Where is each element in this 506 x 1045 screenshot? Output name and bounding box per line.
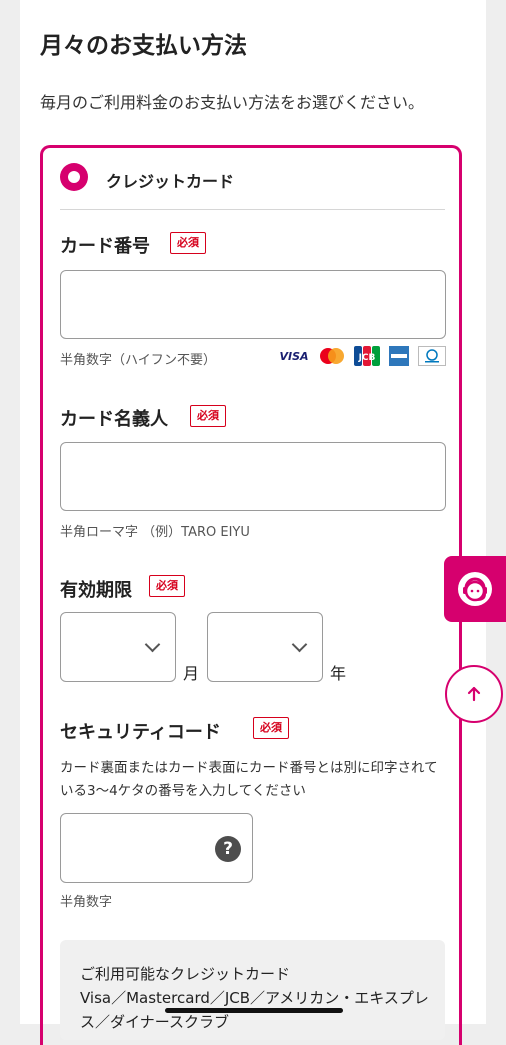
chevron-down-icon [144, 636, 161, 653]
chevron-down-icon [291, 636, 308, 653]
arrow-up-icon [467, 686, 481, 702]
page-intro: 毎月のご利用料金のお支払い方法をお選びください。 [40, 93, 425, 112]
credit-card-radio[interactable] [60, 163, 88, 191]
operator-headset-icon [458, 572, 492, 606]
amex-logo-icon [389, 346, 409, 366]
expiry-year-select[interactable] [207, 612, 323, 682]
card-number-required-badge: 必須 [170, 232, 206, 254]
card-holder-input[interactable] [60, 442, 446, 511]
card-number-label: カード番号 [60, 236, 150, 257]
available-cards-text: ご利用可能なクレジットカード Visa／Mastercard／JCB／アメリカン… [80, 962, 430, 1034]
security-code-description: カード裏面またはカード表面にカード番号とは別に印字されている3〜4ケタの番号を入… [60, 760, 438, 799]
support-chat-button[interactable] [444, 556, 506, 622]
divider [60, 209, 445, 210]
diners-club-logo-icon [418, 346, 446, 366]
security-code-hint: 半角数字 [60, 895, 113, 910]
help-icon[interactable]: ? [215, 836, 241, 862]
jcb-logo-icon: JCB [354, 346, 380, 366]
page-title: 月々のお支払い方法 [40, 33, 247, 59]
security-code-label: セキュリティコード [60, 722, 221, 743]
security-code-required-badge: 必須 [253, 717, 289, 739]
mastercard-logo-icon [318, 347, 346, 365]
expiry-month-unit: 月 [183, 664, 200, 683]
expiry-month-select[interactable] [60, 612, 176, 682]
expiry-year-unit: 年 [330, 664, 347, 683]
scroll-to-top-button[interactable] [445, 665, 503, 723]
home-indicator [165, 1008, 343, 1013]
card-number-hint: 半角数字（ハイフン不要） [60, 353, 217, 368]
expiry-required-badge: 必須 [149, 575, 185, 597]
card-holder-required-badge: 必須 [190, 405, 226, 427]
expiry-label: 有効期限 [60, 580, 132, 601]
credit-card-radio-label[interactable]: クレジットカード [106, 168, 234, 192]
available-cards-heading: ご利用可能なクレジットカード [80, 965, 291, 983]
jcb-logo-text: JCB [358, 353, 376, 363]
visa-logo-icon: VISA [279, 349, 309, 363]
card-holder-hint: 半角ローマ字 （例）TARO EIYU [60, 525, 250, 540]
card-holder-label: カード名義人 [60, 409, 168, 430]
card-number-input[interactable] [60, 270, 446, 339]
